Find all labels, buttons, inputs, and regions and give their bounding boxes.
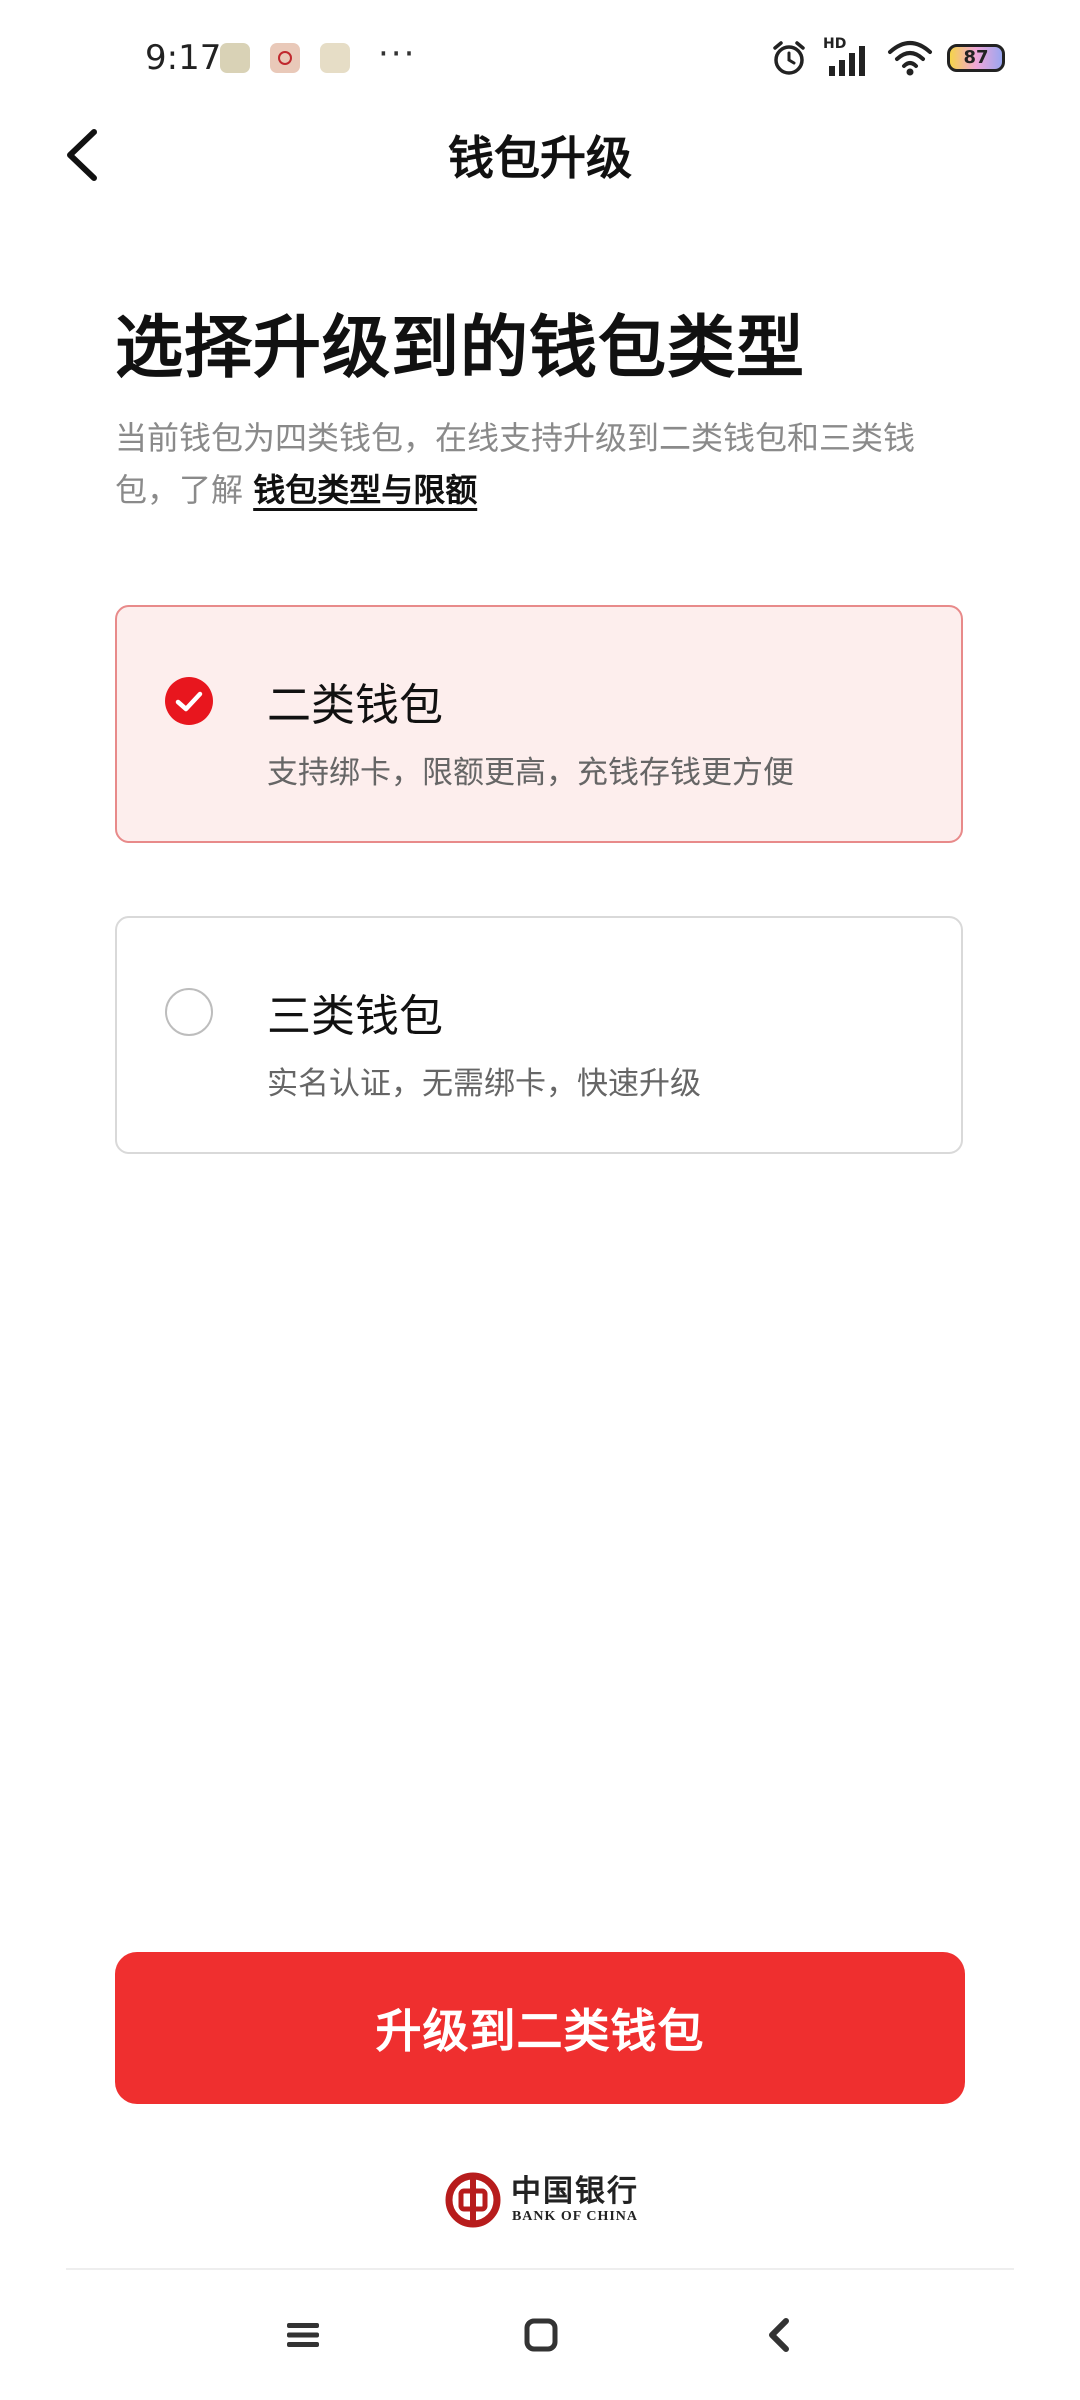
nav-back-button[interactable] [750, 2305, 810, 2365]
home-square-icon [524, 2318, 558, 2352]
wallet-option-class2[interactable]: 二类钱包 支持绑卡，限额更高，充钱存钱更方便 [115, 605, 963, 843]
wallet-types-link[interactable]: 钱包类型与限额 [253, 471, 477, 509]
radio-checked-icon[interactable] [165, 677, 213, 725]
radio-unchecked-icon[interactable] [165, 988, 213, 1036]
notification-gallery-icon [320, 43, 350, 73]
intro-text: 当前钱包为四类钱包，在线支持升级到二类钱包和三类钱包，了解 钱包类型与限额 [115, 412, 955, 516]
bank-logo: 中国银行 BANK OF CHINA [445, 2170, 639, 2230]
wifi-icon [888, 41, 932, 76]
option-description: 实名认证，无需绑卡，快速升级 [267, 1066, 701, 1102]
cell-signal-icon: HD [823, 36, 873, 78]
page-title: 钱包升级 [448, 131, 632, 185]
nav-back-icon [769, 2318, 789, 2352]
bank-of-china-emblem-icon [445, 2172, 501, 2228]
bank-name-cn: 中国银行 [511, 2174, 639, 2209]
divider [66, 2268, 1014, 2270]
bank-name-en: BANK OF CHINA [511, 2209, 639, 2224]
alarm-icon [773, 41, 805, 75]
status-time: 9:17 [145, 38, 222, 78]
option-title: 三类钱包 [267, 991, 443, 1042]
intro-description: 当前钱包为四类钱包，在线支持升级到二类钱包和三类钱包，了解 [115, 419, 916, 509]
more-notifications-icon: ··· [378, 34, 417, 74]
notification-bank-icon [270, 43, 300, 73]
option-title: 二类钱包 [267, 680, 443, 731]
nav-home-button[interactable] [511, 2305, 571, 2365]
nav-recents-button[interactable] [273, 2305, 333, 2365]
status-icons: HD 87 [769, 36, 1005, 80]
option-description: 支持绑卡，限额更高，充钱存钱更方便 [267, 755, 794, 791]
notification-app-icon [220, 43, 250, 73]
battery-icon: 87 [947, 44, 1005, 72]
wallet-option-class3[interactable]: 三类钱包 实名认证，无需绑卡，快速升级 [115, 916, 963, 1154]
menu-icon [287, 2323, 319, 2347]
main-heading: 选择升级到的钱包类型 [115, 309, 806, 388]
upgrade-button[interactable]: 升级到二类钱包 [115, 1952, 965, 2104]
